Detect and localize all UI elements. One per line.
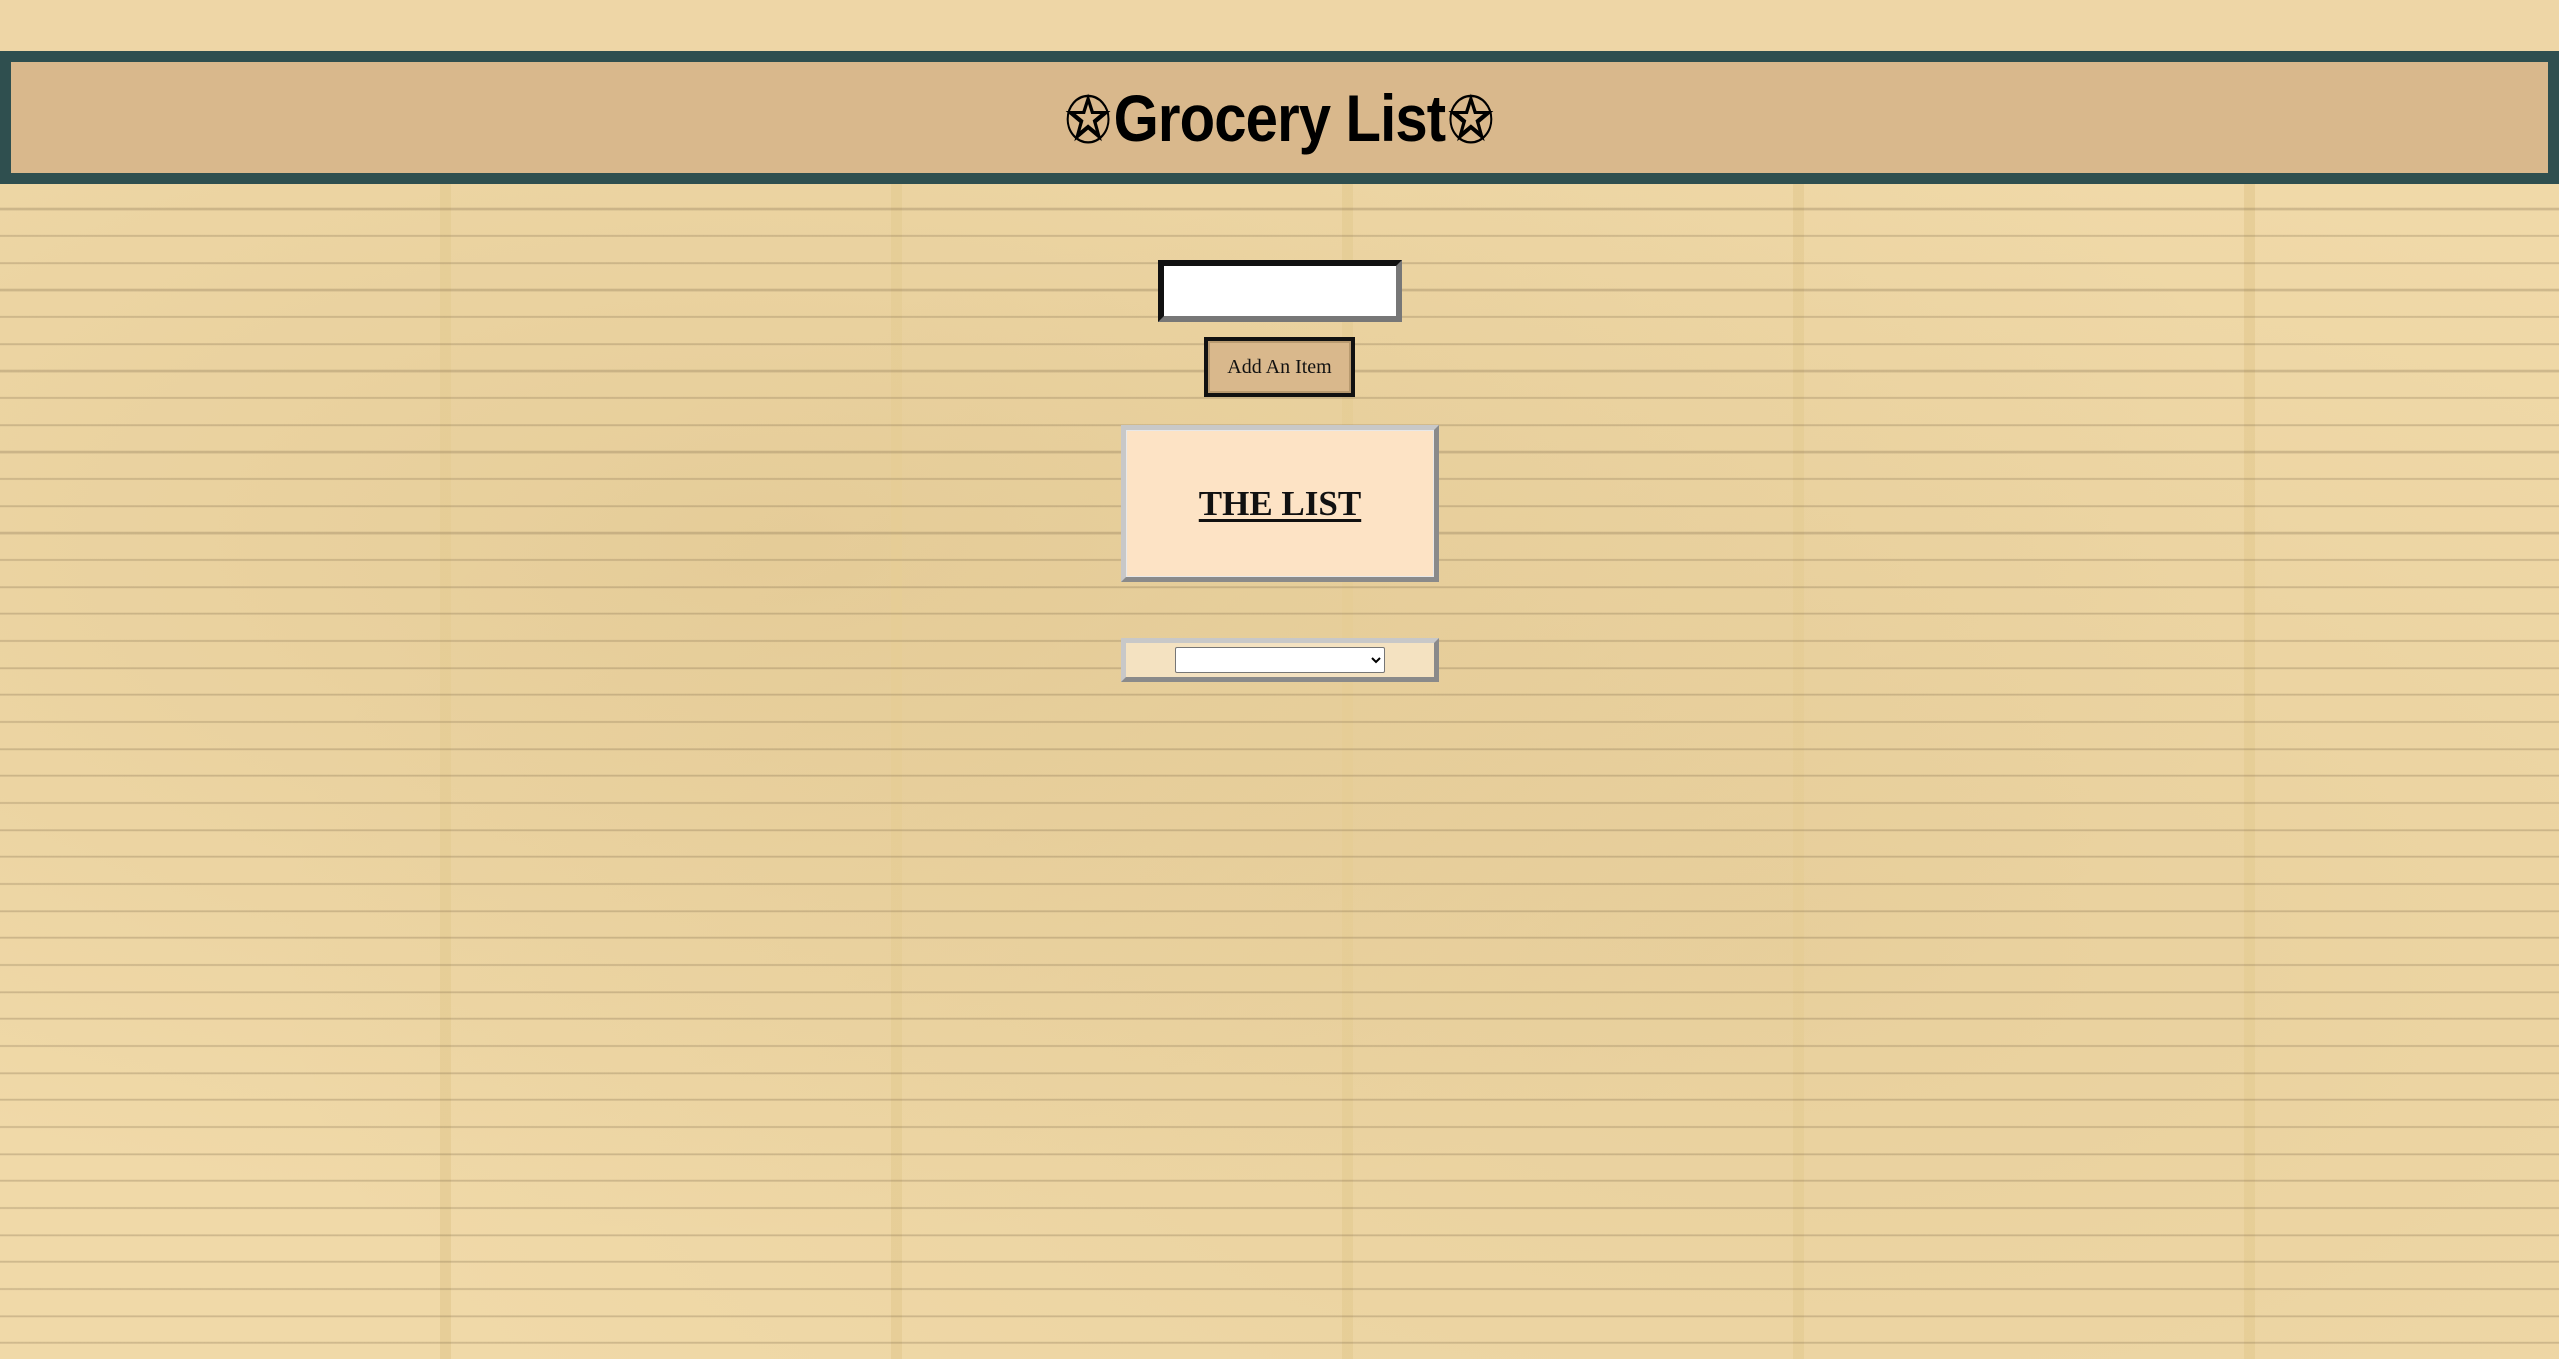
list-title: THE LIST	[1198, 483, 1362, 523]
main-content: Add An Item THE LIST	[0, 184, 2559, 1359]
add-item-button[interactable]: Add An Item	[1204, 337, 1355, 397]
select-container	[1121, 638, 1439, 682]
page-title-text: Grocery List	[1113, 80, 1446, 155]
page-title: Grocery List	[1063, 80, 1497, 156]
top-strip	[0, 0, 2559, 51]
star-icon	[1065, 93, 1111, 144]
grocery-list-box: THE LIST	[1121, 425, 1439, 582]
star-icon	[1448, 93, 1494, 144]
item-select[interactable]	[1175, 647, 1385, 673]
item-input[interactable]	[1158, 260, 1402, 322]
page-header: Grocery List	[0, 51, 2559, 184]
